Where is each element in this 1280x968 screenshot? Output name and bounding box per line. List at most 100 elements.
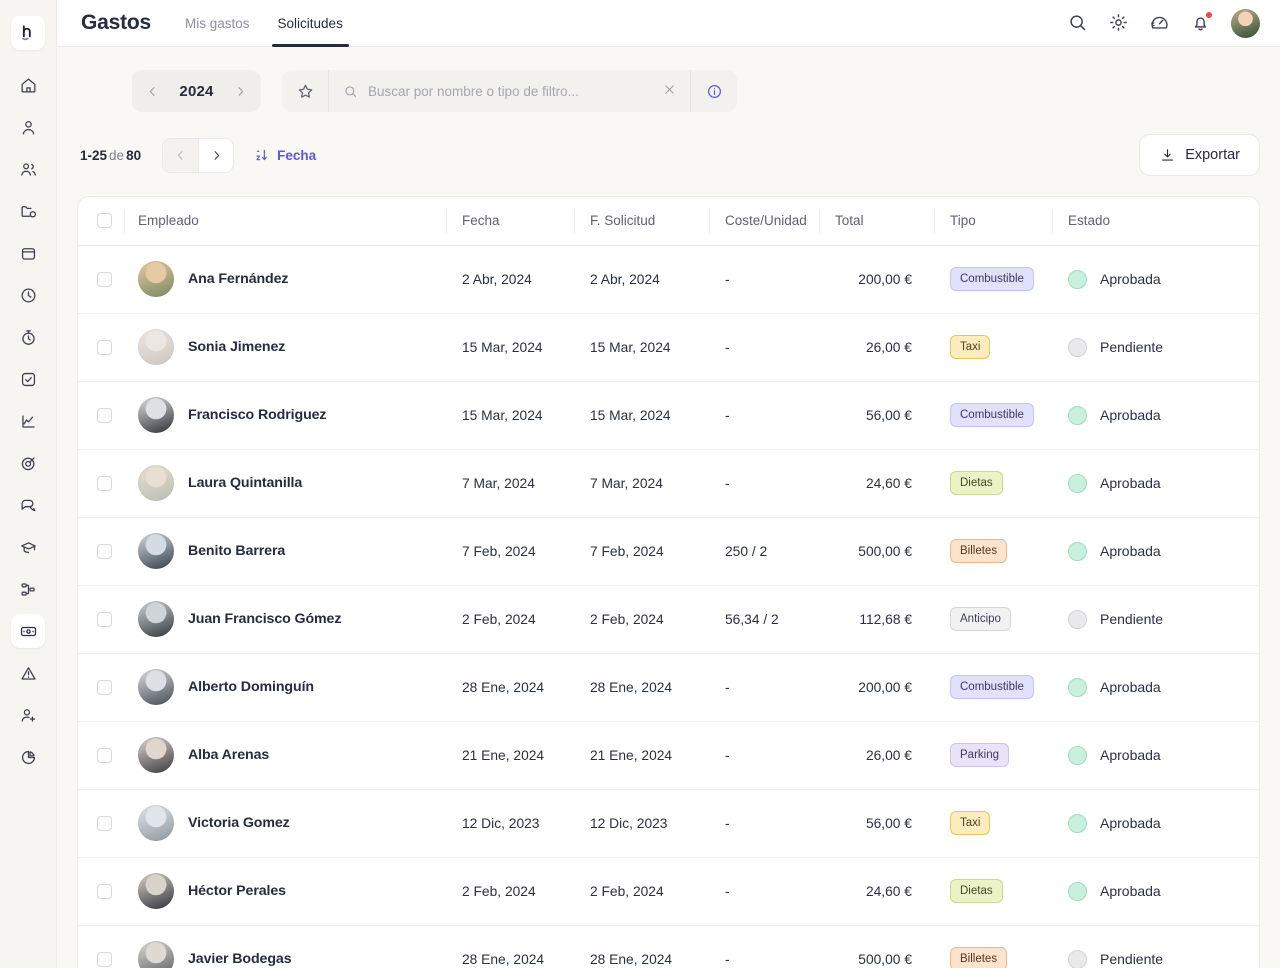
- total-cell: 200,00 €: [819, 653, 934, 722]
- sidebar-item-profile[interactable]: [11, 110, 45, 144]
- avatar: [138, 329, 174, 365]
- table-row[interactable]: Juan Francisco Gómez 2 Feb, 2024 2 Feb, 20…: [78, 585, 1259, 654]
- info-icon[interactable]: [690, 70, 737, 112]
- sidebar-item-training[interactable]: [11, 530, 45, 564]
- next-page-button[interactable]: [198, 138, 234, 172]
- close-icon[interactable]: [662, 82, 680, 100]
- row-checkbox[interactable]: [97, 611, 112, 627]
- bell-icon[interactable]: [1190, 11, 1213, 34]
- column-estado[interactable]: Estado: [1052, 197, 1259, 246]
- row-checkbox[interactable]: [97, 815, 112, 831]
- table-row[interactable]: Javier Bodegas 28 Ene, 2024 28 Ene, 2024 - 5…: [78, 925, 1259, 968]
- estado-cell: Aprobada: [1052, 449, 1259, 518]
- sidebar-item-team[interactable]: [11, 152, 45, 186]
- search-icon[interactable]: [1067, 12, 1089, 34]
- employee-cell: Alba Arenas: [124, 721, 446, 790]
- prev-page-button[interactable]: [163, 138, 199, 172]
- fecha-cell: 2 Feb, 2024: [446, 585, 574, 654]
- chart-line-icon: [21, 414, 35, 428]
- sidebar-item-incidents[interactable]: [11, 656, 45, 690]
- money-icon: [20, 626, 36, 636]
- avatar: [138, 805, 174, 841]
- tab-mis-gastos[interactable]: Mis gastos: [177, 0, 258, 47]
- sidebar-item-time[interactable]: [11, 278, 45, 312]
- sidebar-item-recruiting[interactable]: [11, 698, 45, 732]
- fecha-cell: 7 Mar, 2024: [446, 449, 574, 518]
- table-row[interactable]: Laura Quintanilla 7 Mar, 2024 7 Mar, 2024-…: [78, 449, 1259, 518]
- sidebar-item-expenses[interactable]: [11, 614, 45, 648]
- next-year-button[interactable]: [227, 76, 255, 106]
- sidebar-item-timer[interactable]: [11, 320, 45, 354]
- home-icon: [21, 78, 35, 92]
- table-row[interactable]: Victoria Gomez 12 Dic, 2023 12 Dic, 2023-5…: [78, 789, 1259, 858]
- f-solicitud-cell: 15 Mar, 2024: [574, 313, 709, 382]
- column-fecha[interactable]: Fecha: [446, 197, 574, 246]
- select-all-checkbox[interactable]: [97, 213, 112, 229]
- avatar: [138, 465, 174, 501]
- employee-name: Alberto Dominguín: [188, 679, 314, 695]
- column-coste-unidad[interactable]: Coste/Unidad: [709, 197, 819, 246]
- column-total[interactable]: Total: [819, 197, 934, 246]
- gear-icon[interactable]: [1108, 12, 1130, 34]
- estado-cell: Aprobada: [1052, 381, 1259, 450]
- pie-chart-icon: [21, 750, 35, 764]
- column-empleado[interactable]: Empleado: [124, 197, 446, 246]
- coste-unidad-cell: -: [709, 313, 819, 382]
- avatar: [138, 261, 174, 297]
- row-checkbox[interactable]: [97, 951, 112, 967]
- row-checkbox[interactable]: [97, 475, 112, 491]
- chat-icon: [21, 499, 35, 511]
- gauge-icon[interactable]: [1149, 12, 1171, 34]
- sidebar-item-analytics[interactable]: [11, 404, 45, 438]
- employee-name: Juan Francisco Gómez: [188, 611, 342, 627]
- tipo-cell: Parking: [934, 721, 1052, 790]
- search-input[interactable]: [368, 83, 662, 99]
- f-solicitud-cell: 28 Ene, 2024: [590, 951, 673, 967]
- row-checkbox[interactable]: [97, 883, 112, 899]
- sidebar-item-reports[interactable]: [11, 740, 45, 774]
- row-checkbox[interactable]: [97, 679, 112, 695]
- row-checkbox[interactable]: [97, 407, 112, 423]
- table-row[interactable]: Héctor Perales 2 Feb, 2024 2 Feb, 2024-24,…: [78, 857, 1259, 926]
- total-cell: 112,68 €: [819, 585, 934, 654]
- row-select-cell: [78, 245, 124, 314]
- table-row[interactable]: Alba Arenas 21 Ene, 2024 21 Ene, 2024-26,0…: [78, 721, 1259, 790]
- row-checkbox[interactable]: [97, 747, 112, 763]
- estado-cell: Pendiente: [1052, 313, 1259, 382]
- column-tipo[interactable]: Tipo: [934, 197, 1052, 246]
- sidebar-item-tasks[interactable]: [11, 362, 45, 396]
- avatar[interactable]: [1231, 8, 1260, 38]
- sidebar-item-documents[interactable]: [11, 194, 45, 228]
- table-row[interactable]: Alberto Dominguín 28 Ene, 2024 28 Ene, 202…: [78, 653, 1259, 722]
- sidebar-item-home[interactable]: [11, 68, 45, 102]
- row-checkbox[interactable]: [97, 271, 112, 287]
- row-checkbox[interactable]: [97, 543, 112, 559]
- row-select-cell: [78, 653, 124, 722]
- sidebar-item-workflow[interactable]: [11, 572, 45, 606]
- search-field-wrapper: [329, 82, 690, 100]
- fecha-cell: 2 Abr, 2024: [446, 245, 574, 314]
- row-checkbox[interactable]: [97, 339, 112, 355]
- export-button[interactable]: Exportar: [1139, 134, 1260, 176]
- star-icon[interactable]: [282, 70, 329, 112]
- tab-solicitudes[interactable]: Solicitudes: [270, 0, 351, 47]
- user-plus-icon: [21, 708, 35, 722]
- table-row[interactable]: Benito Barrera 7 Feb, 2024 7 Feb, 2024 250 …: [78, 517, 1259, 586]
- employee-name: Alba Arenas: [188, 747, 270, 763]
- tipo-badge: Billetes: [950, 947, 1008, 968]
- sidebar-item-messages[interactable]: [11, 488, 45, 522]
- logo-h-icon[interactable]: [11, 16, 45, 50]
- employee-cell: Sonia Jimenez: [124, 313, 446, 382]
- coste-unidad-cell: -: [709, 721, 819, 790]
- sort-button[interactable]: Fecha: [254, 147, 316, 163]
- pagination-range: 1-25: [80, 147, 108, 163]
- sidebar-item-goals[interactable]: [11, 446, 45, 480]
- calendar-icon: [21, 247, 35, 260]
- table-row[interactable]: Sonia Jimenez 15 Mar, 2024 15 Mar, 2024-26…: [78, 313, 1259, 382]
- row-select-cell: [78, 313, 124, 382]
- table-row[interactable]: Ana Fernández 2 Abr, 2024 2 Abr, 2024-200,…: [78, 245, 1259, 314]
- sidebar-item-calendar[interactable]: [11, 236, 45, 270]
- prev-year-button[interactable]: [138, 76, 166, 106]
- table-row[interactable]: Francisco Rodriguez 15 Mar, 2024 15 Mar, 2…: [78, 381, 1259, 450]
- column-f-solicitud[interactable]: F. Solicitud: [574, 197, 709, 246]
